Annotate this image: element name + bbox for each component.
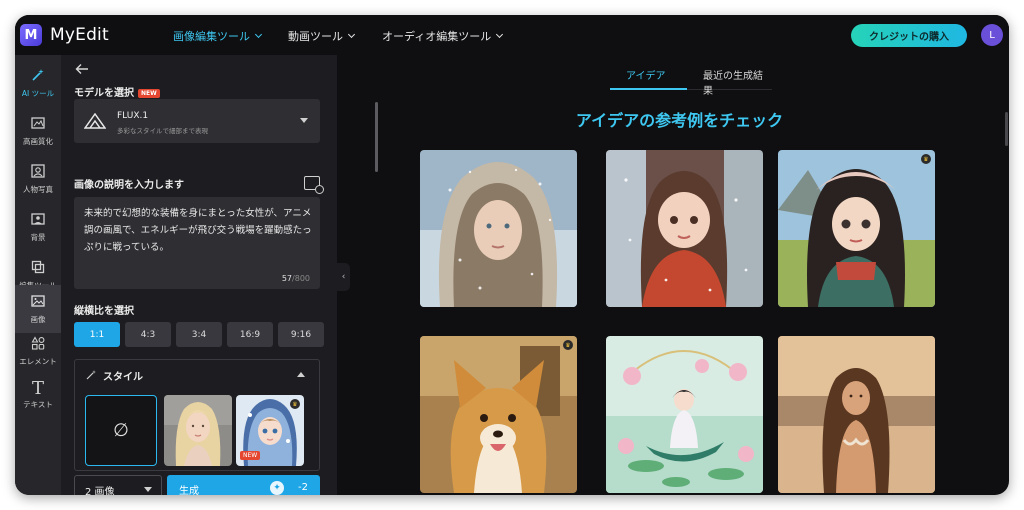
- main-content: アイデア 最近の生成結果 アイデアの参考例をチェック ♛ ♛: [350, 55, 1009, 495]
- style-photo-option[interactable]: [164, 395, 232, 466]
- buy-credits-button[interactable]: クレジットの購入: [851, 24, 967, 47]
- ratio-options: 1:1 4:3 3:4 16:9 9:16: [74, 322, 324, 347]
- rail-item-label: 画像: [30, 314, 46, 324]
- nav-audio-tools-label: オーディオ編集ツール: [382, 30, 492, 43]
- generate-label: 生成: [179, 486, 199, 495]
- logo-icon: M: [20, 24, 42, 46]
- char-count: 57: [281, 274, 293, 283]
- credit-icon: ✦: [270, 481, 284, 495]
- rail-item-text[interactable]: T テキスト: [15, 371, 61, 419]
- rail-item-portrait[interactable]: 人物写真: [15, 155, 61, 203]
- gallery-tile-corgi-painting[interactable]: ♛: [420, 336, 577, 493]
- chevron-down-icon: [254, 30, 263, 39]
- rail-item-background[interactable]: 背景: [15, 203, 61, 251]
- magic-wand-icon: [31, 68, 45, 86]
- text-icon: T: [31, 377, 44, 399]
- ratio-16-9-button[interactable]: 16:9: [227, 322, 273, 347]
- prompt-label: 画像の説明を入力します: [74, 180, 184, 191]
- active-tab-indicator: [610, 88, 687, 90]
- model-select[interactable]: FLUX.1 多彩なスタイルで細部まで表現: [74, 99, 320, 143]
- ratio-9-16-button[interactable]: 9:16: [278, 322, 324, 347]
- image-count-select[interactable]: 2 画像: [74, 475, 162, 495]
- top-header: M MyEdit 画像編集ツール 動画ツール オーディオ編集ツール クレジットの…: [15, 15, 1009, 55]
- rail-item-elements[interactable]: エレメント: [15, 327, 61, 375]
- rail-item-label: 背景: [30, 232, 46, 242]
- crop-icon: [31, 260, 45, 278]
- sparkle-wand-icon: [86, 369, 98, 383]
- user-avatar[interactable]: L: [981, 24, 1003, 46]
- style-anime-option[interactable]: NEW ♛: [236, 395, 304, 466]
- rail-item-label: エレメント: [19, 356, 57, 366]
- prompt-textarea[interactable]: 未来的で幻想的な装備を身にまとった女性が、アニメ調の画風で、エネルギーが飛び交う…: [74, 197, 320, 289]
- main-tabs: アイデア 最近の生成結果: [610, 67, 772, 97]
- model-label: モデルを選択: [74, 88, 134, 99]
- chevron-down-icon: [496, 30, 504, 39]
- prompt-text: 未来的で幻想的な装備を身にまとった女性が、アニメ調の画風で、エネルギーが飛び交う…: [84, 208, 312, 253]
- app-window: M MyEdit 画像編集ツール 動画ツール オーディオ編集ツール クレジットの…: [15, 15, 1009, 495]
- gallery-heading: アイデアの参考例をチェック: [575, 111, 784, 130]
- image-upload-icon[interactable]: [304, 176, 324, 194]
- style-section: スタイル ∅ NEW ♛: [74, 359, 320, 471]
- nav-video-tools-label: 動画ツール: [288, 30, 343, 43]
- style-none-option[interactable]: ∅: [85, 395, 157, 466]
- model-section-label: モデルを選択 NEW: [74, 84, 160, 99]
- rail-item-label: 人物写真: [23, 184, 53, 194]
- char-counter: 57/800: [282, 274, 310, 283]
- rail-item-label: テキスト: [23, 399, 53, 409]
- crown-icon: ♛: [290, 399, 300, 409]
- style-new-badge: NEW: [240, 451, 261, 460]
- gallery-tile-snow-hood-woman[interactable]: [420, 150, 577, 307]
- gallery-tile-beach-woman[interactable]: [778, 336, 935, 493]
- flux-logo-icon: [83, 112, 107, 129]
- rail-item-image[interactable]: 画像: [15, 285, 61, 333]
- image-count-value: 2 画像: [85, 487, 115, 495]
- tool-rail: AI ツール 高画質化 人物写真 背景 編集ツール: [15, 55, 61, 495]
- ratio-label: 縦横比を選択: [74, 306, 134, 317]
- model-name: FLUX.1: [117, 111, 149, 121]
- ratio-1-1-button[interactable]: 1:1: [74, 322, 120, 347]
- generate-button[interactable]: 生成 ✦ -2: [167, 475, 320, 495]
- crown-icon: ♛: [921, 154, 931, 164]
- portrait-icon: [31, 163, 45, 182]
- rail-item-label: 高画質化: [23, 136, 53, 146]
- app-logo[interactable]: M MyEdit: [20, 24, 109, 46]
- dropdown-caret-icon: [300, 118, 308, 123]
- crown-icon: ♛: [563, 340, 573, 350]
- tab-ideas[interactable]: アイデア: [626, 67, 666, 82]
- rail-item-ai-tools[interactable]: AI ツール: [15, 59, 61, 107]
- generation-panel: モデルを選択 NEW FLUX.1 多彩なスタイルで細部まで表現 画像の説明を入力…: [61, 55, 378, 495]
- elements-icon: [31, 335, 45, 354]
- back-arrow-icon[interactable]: [75, 63, 89, 79]
- image-icon: [31, 294, 45, 312]
- dropdown-caret-icon: [144, 487, 152, 492]
- background-icon: [31, 212, 45, 230]
- gallery-tile-folk-anime-girl[interactable]: ♛: [778, 150, 935, 307]
- credit-cost: -2: [298, 482, 308, 493]
- collapse-caret-icon[interactable]: [297, 372, 305, 377]
- ratio-3-4-button[interactable]: 3:4: [176, 322, 222, 347]
- tab-recent-results[interactable]: 最近の生成結果: [703, 67, 772, 97]
- ratio-4-3-button[interactable]: 4:3: [125, 322, 171, 347]
- nav-image-tools[interactable]: 画像編集ツール: [173, 28, 263, 44]
- gallery-tile-lotus-boat-girl[interactable]: [606, 336, 763, 493]
- rail-item-label: AI ツール: [21, 88, 55, 98]
- collapse-panel-button[interactable]: ‹: [337, 263, 350, 291]
- rail-item-enhance[interactable]: 高画質化: [15, 107, 61, 155]
- nav-video-tools[interactable]: 動画ツール: [288, 28, 356, 44]
- char-max: /800: [292, 274, 310, 283]
- main-scrollbar[interactable]: [1005, 112, 1008, 146]
- new-badge: NEW: [138, 88, 160, 98]
- enhance-icon: [31, 116, 45, 134]
- chevron-down-icon: [347, 30, 356, 39]
- style-label: スタイル: [103, 372, 143, 383]
- nav-image-tools-label: 画像編集ツール: [173, 30, 250, 43]
- model-description: 多彩なスタイルで細部まで表現: [117, 127, 208, 135]
- gallery-tile-winter-anime-girl[interactable]: [606, 150, 763, 307]
- app-name: MyEdit: [50, 25, 109, 45]
- nav-audio-tools[interactable]: オーディオ編集ツール: [382, 28, 504, 44]
